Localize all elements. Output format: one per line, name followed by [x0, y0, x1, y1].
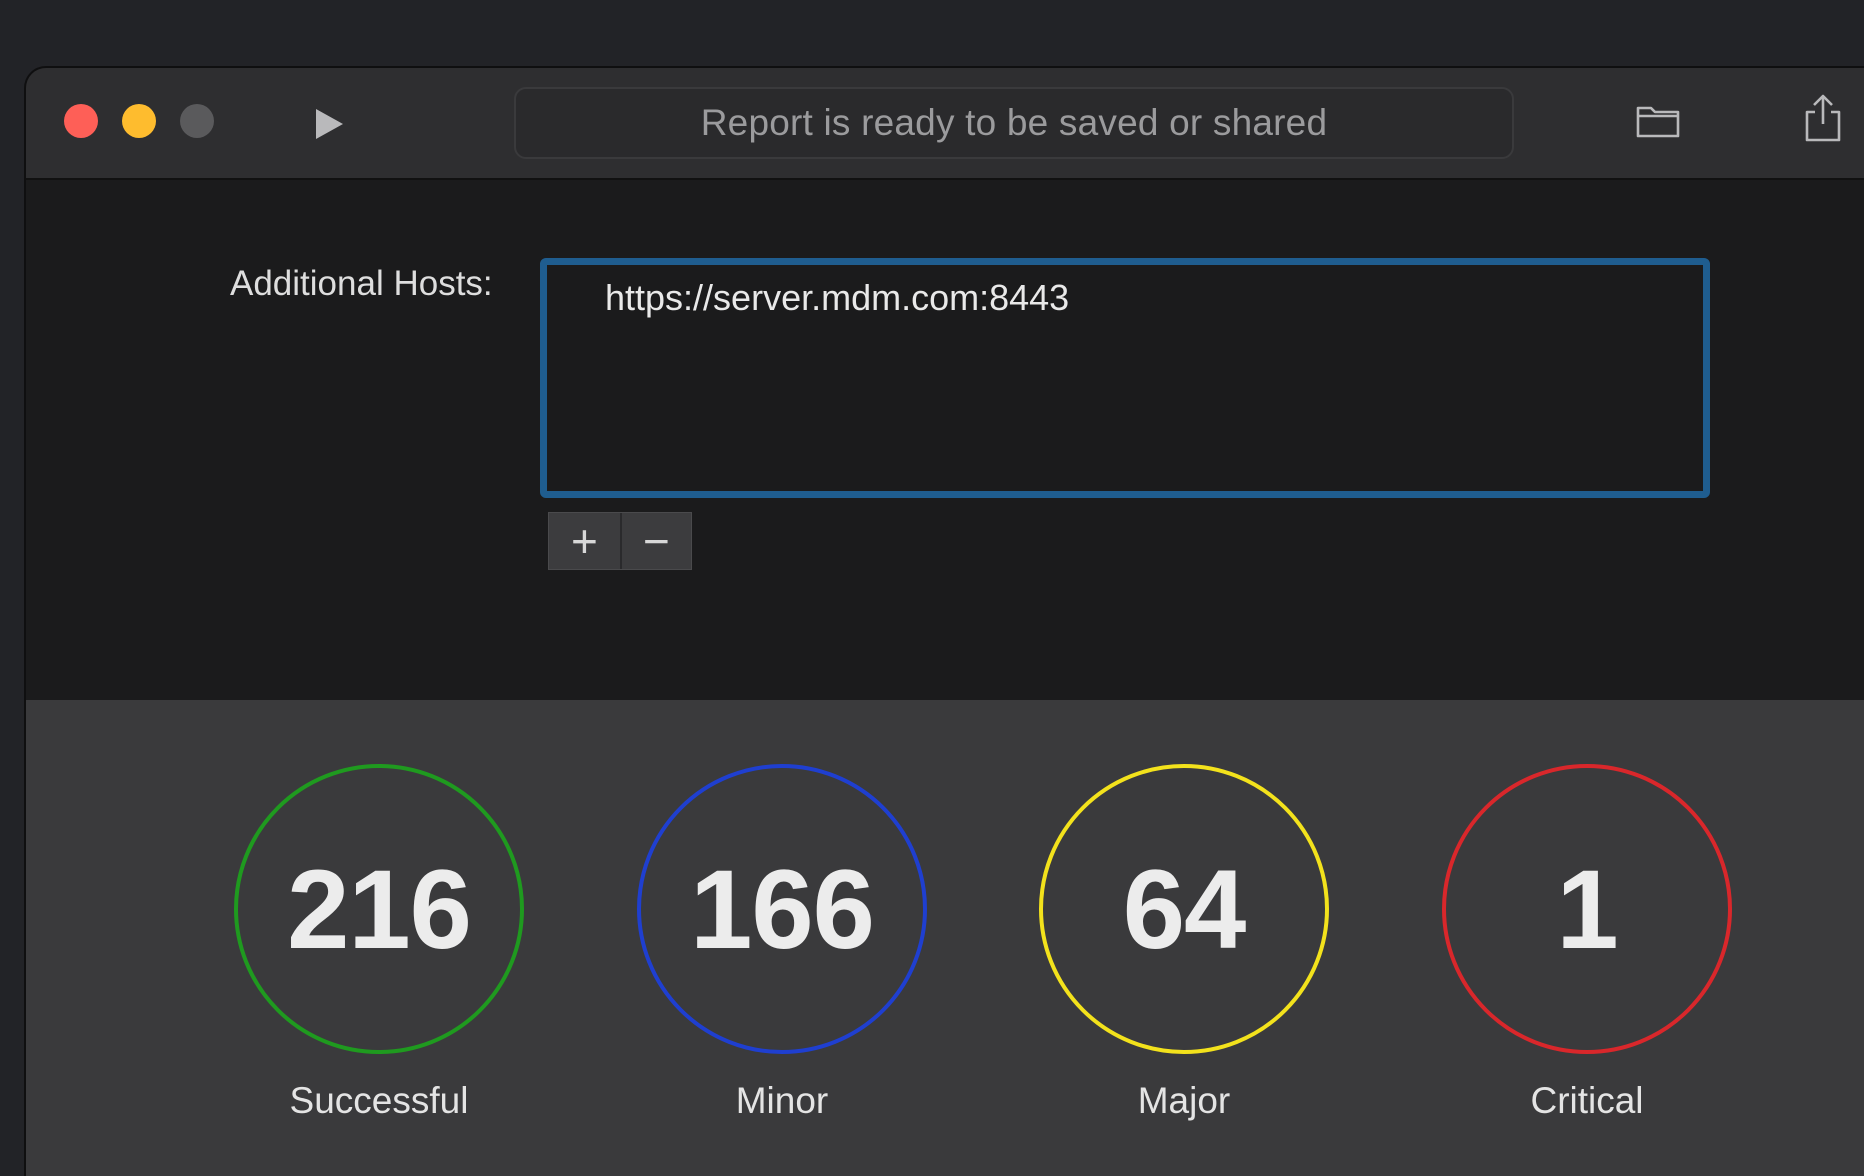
additional-hosts-label: Additional Hosts:: [230, 264, 493, 303]
successful-count: 216: [234, 764, 524, 1054]
share-icon: [1805, 94, 1841, 142]
share-button[interactable]: [1799, 92, 1847, 142]
stat-major: 64 Major: [1031, 764, 1331, 1144]
stat-critical: 1 Critical: [1434, 764, 1734, 1144]
add-host-button[interactable]: +: [549, 513, 620, 569]
minimize-window-button[interactable]: [122, 104, 156, 138]
minor-count: 166: [637, 764, 927, 1054]
critical-label: Critical: [1530, 1080, 1644, 1121]
zoom-window-button: [180, 104, 214, 138]
successful-label: Successful: [289, 1080, 469, 1121]
run-button[interactable]: [308, 104, 348, 144]
remove-host-button[interactable]: −: [619, 513, 691, 569]
stat-successful: 216 Successful: [226, 764, 526, 1144]
minor-label: Minor: [735, 1080, 829, 1121]
hosts-add-remove-control: + −: [548, 512, 692, 570]
major-label: Major: [1137, 1080, 1231, 1121]
app-window: Report is ready to be saved or shared Ad…: [24, 66, 1864, 1176]
close-window-button[interactable]: [64, 104, 98, 138]
major-count: 64: [1039, 764, 1329, 1054]
status-field: Report is ready to be saved or shared: [514, 87, 1514, 159]
critical-count: 1: [1442, 764, 1732, 1054]
results-summary: 216 Successful 166 Minor 64 Major 1 Crit…: [26, 700, 1864, 1176]
open-folder-button[interactable]: [1634, 96, 1682, 144]
host-entry[interactable]: https://server.mdm.com:8443: [605, 277, 1645, 319]
stat-minor: 166 Minor: [629, 764, 929, 1144]
folder-icon: [1636, 106, 1680, 138]
titlebar: Report is ready to be saved or shared: [26, 68, 1864, 180]
play-icon: [316, 109, 343, 139]
additional-hosts-list[interactable]: https://server.mdm.com:8443: [540, 258, 1710, 498]
status-text: Report is ready to be saved or shared: [700, 102, 1328, 143]
